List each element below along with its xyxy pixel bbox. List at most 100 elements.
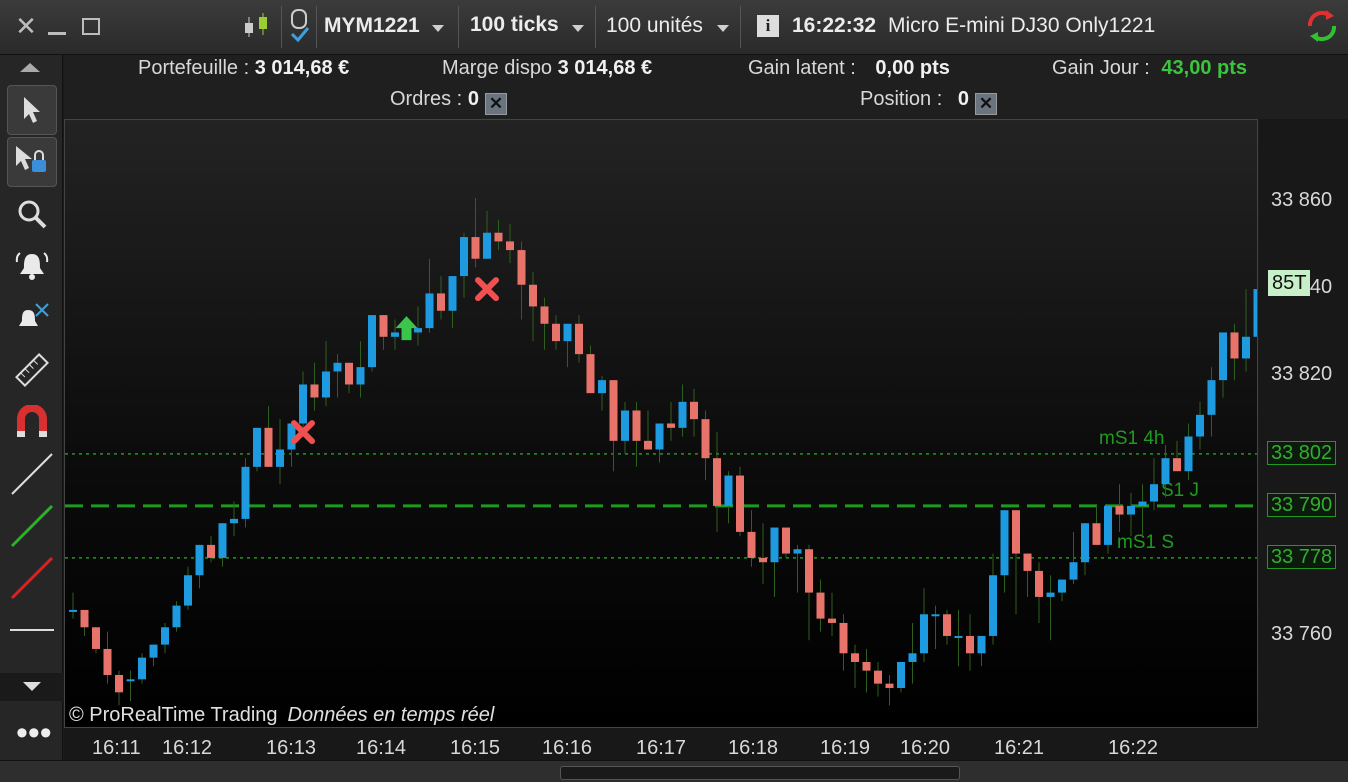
candle-body [264, 427, 273, 467]
candle-body [609, 380, 618, 441]
refresh-icon[interactable] [1302, 10, 1342, 42]
price-tick-label: 33 820 [1271, 362, 1333, 385]
candle-body [1035, 570, 1043, 597]
units-selector[interactable]: 100 unités [606, 14, 703, 38]
candle-body [977, 635, 986, 654]
candle-body [92, 627, 100, 649]
scroll-down-button[interactable] [0, 673, 63, 701]
candle-body [851, 653, 859, 662]
candle-body [1092, 523, 1101, 545]
account-summary: Portefeuille : 3 014,68 € Marge dispo 3 … [64, 55, 1348, 119]
candle-body [713, 458, 721, 506]
candle-body [1081, 523, 1089, 563]
horizontal-line-icon[interactable] [7, 605, 57, 655]
clock-time: 16:22:32 [792, 14, 877, 37]
candle-body [172, 605, 181, 628]
bottom-toolbar [0, 760, 1348, 782]
candle-body [874, 670, 882, 684]
level-price-tag: 33 790 [1267, 492, 1337, 517]
level-name-label: mS1 4h [1099, 428, 1164, 449]
candle-body [241, 466, 250, 519]
candle-body [920, 614, 928, 654]
chevron-down-icon[interactable] [432, 25, 444, 32]
pointer-lock-icon[interactable] [7, 137, 57, 187]
ordres-field: Ordres : 0 ✕ [390, 88, 507, 115]
candle-body [356, 367, 365, 385]
price-chart[interactable]: mS1 4h S1 JmS1 S © ProRealTime Trading Don… [64, 119, 1258, 728]
alert-bell-icon[interactable] [7, 241, 57, 291]
candle-body [310, 384, 319, 398]
close-orders-icon[interactable]: ✕ [484, 93, 507, 115]
candle-body [586, 354, 595, 394]
candle-body [1023, 553, 1032, 571]
horizontal-scrollbar[interactable] [560, 766, 960, 780]
candle-body [655, 423, 664, 450]
marge-field: Marge dispo 3 014,68 € [442, 57, 653, 79]
more-options-icon[interactable]: ••• [16, 716, 52, 750]
ticks-selector[interactable]: 100 ticks [470, 13, 559, 37]
candle-body [494, 232, 503, 242]
candle-body [724, 475, 733, 506]
candle-body [839, 622, 848, 654]
info-icon[interactable]: i [753, 10, 783, 42]
green-line-icon[interactable] [7, 501, 57, 551]
red-line-icon[interactable] [7, 553, 57, 603]
candle-body [1230, 332, 1239, 359]
candle-body [897, 661, 905, 688]
candle-body [632, 410, 641, 441]
candle-body [1253, 289, 1257, 337]
time-tick-label: 16:12 [162, 737, 213, 759]
candle-body [276, 449, 284, 467]
instrument-selector[interactable]: MYM1221 [324, 14, 420, 38]
candle-body [517, 250, 526, 285]
candle-body [759, 557, 767, 563]
time-tick-label: 16:11 [92, 737, 141, 759]
candle-body [471, 237, 480, 259]
maximize-icon[interactable] [76, 10, 106, 42]
zoom-icon[interactable] [7, 189, 57, 239]
close-position-icon[interactable]: ✕ [974, 93, 997, 115]
candle-body [908, 653, 917, 662]
time-tick-label: 16:21 [994, 737, 1045, 759]
scroll-down-icon [22, 682, 41, 691]
gain-latent-field: Gain latent : 0,00 pts [748, 57, 950, 79]
candle-body [425, 293, 434, 329]
scroll-up-icon[interactable] [20, 63, 40, 72]
candlestick-icon[interactable] [238, 10, 274, 42]
pointer-icon[interactable] [7, 85, 57, 135]
candle-body [184, 575, 192, 606]
ruler-icon[interactable] [7, 345, 57, 395]
candle-body [1138, 501, 1147, 506]
candle-body [770, 527, 779, 563]
trend-line-icon[interactable] [7, 449, 57, 499]
candle-body [80, 609, 89, 628]
link-check-icon[interactable] [284, 9, 314, 43]
level-price-tag: 33 802 [1267, 440, 1337, 465]
candle-body [1150, 484, 1158, 502]
candle-body [1046, 592, 1055, 597]
position-field: Position : 0 ✕ [860, 88, 997, 115]
candle-body [701, 419, 710, 459]
candle-body [575, 323, 583, 355]
minimize-icon[interactable] [42, 10, 72, 42]
candle-body [230, 518, 238, 524]
time-tick-label: 16:19 [820, 737, 871, 759]
candle-body [1242, 336, 1250, 359]
magnet-icon[interactable] [7, 397, 57, 447]
close-icon[interactable]: ✕ [11, 10, 41, 42]
candle-body [483, 232, 491, 259]
candle-body [598, 380, 606, 394]
candle-body [690, 401, 698, 420]
candle-body [379, 315, 388, 337]
delete-alert-icon[interactable] [7, 293, 57, 343]
time-tick-label: 16:15 [450, 737, 501, 759]
candle-body [103, 648, 112, 675]
time-tick-label: 16:22 [1108, 737, 1159, 759]
candle-body [207, 544, 215, 558]
candle-body [1058, 579, 1066, 593]
candle-body [345, 362, 353, 385]
chevron-down-icon[interactable] [717, 25, 729, 32]
chevron-down-icon[interactable] [572, 25, 584, 32]
candle-body [885, 683, 894, 688]
gain-jour-field: Gain Jour : 43,00 pts [1052, 57, 1247, 79]
